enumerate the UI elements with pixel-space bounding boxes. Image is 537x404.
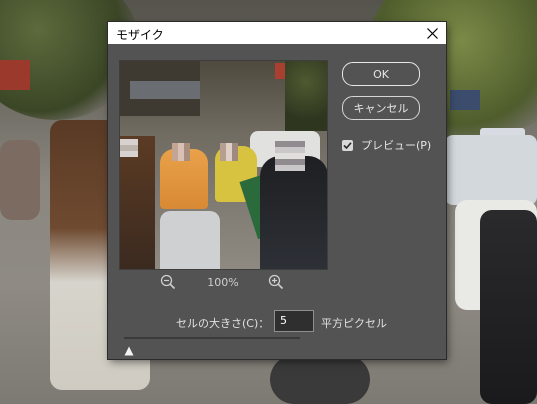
dialog-title: モザイク [116, 28, 164, 42]
mosaic-dialog: モザイク OK キャンセル プレビュー(P) 100% セルの大きさ(C)： 5… [108, 22, 446, 359]
zoom-in-icon [268, 274, 284, 290]
zoom-out-icon [160, 274, 176, 290]
preview-rider-black [260, 156, 327, 269]
zoom-in-button[interactable] [267, 273, 285, 291]
rider-right [480, 210, 537, 404]
dialog-titlebar: モザイク [108, 22, 446, 44]
street-sign [450, 90, 480, 110]
close-icon [426, 27, 438, 39]
checkmark-icon [343, 141, 352, 149]
slider-thumb[interactable] [124, 341, 134, 356]
zoom-out-button[interactable] [159, 273, 177, 291]
close-button[interactable] [418, 22, 446, 44]
cancel-button[interactable]: キャンセル [342, 96, 420, 120]
scooter-wheel [270, 355, 370, 404]
taxi-car [445, 135, 537, 205]
preview-checkbox-label[interactable]: プレビュー(P) [361, 137, 431, 153]
cell-size-unit: 平方ピクセル [321, 317, 387, 330]
mosaic-face [120, 139, 138, 157]
triangle-thumb-icon [124, 346, 134, 356]
cell-size-input[interactable]: 5 [274, 310, 314, 332]
cell-size-label: セルの大きさ(C)： [176, 317, 270, 330]
mosaic-face [172, 143, 190, 161]
zoom-percent: 100% [207, 276, 239, 289]
filter-preview[interactable] [119, 60, 328, 270]
preview-awning [130, 81, 200, 99]
preview-option: プレビュー(P) [342, 137, 431, 153]
cell-size-slider[interactable] [124, 337, 300, 339]
preview-tree [285, 61, 327, 131]
mosaic-face [220, 143, 238, 161]
mosaic-face [275, 141, 305, 171]
preview-checkbox[interactable] [342, 139, 353, 151]
rider-far-left [0, 140, 40, 220]
preview-scooter [160, 211, 220, 269]
ok-button[interactable]: OK [342, 62, 420, 86]
shop-sign [0, 60, 30, 90]
